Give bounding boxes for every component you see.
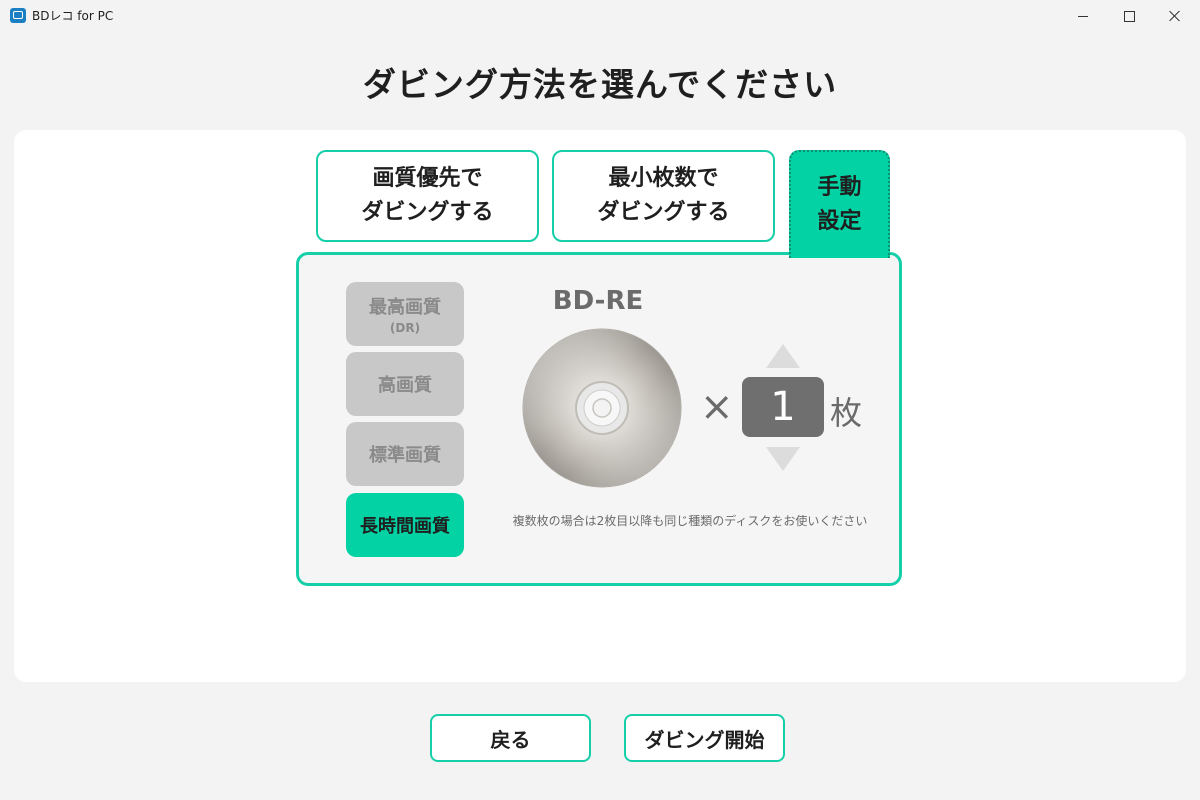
title-bar: BDレコ for PC bbox=[0, 0, 1200, 32]
tab-label-line2: 設定 bbox=[817, 209, 862, 234]
window-title: BDレコ for PC bbox=[32, 9, 114, 23]
tab-quality-priority[interactable]: 画質優先で ダビングする bbox=[316, 150, 539, 242]
app-window: BDレコ for PC ダビング方法を選んでください 画質優先で ダビングする … bbox=[0, 0, 1200, 800]
quality-option-label: 高画質 bbox=[378, 375, 432, 396]
tab-label-line2: ダビングする bbox=[597, 200, 730, 225]
disc-count-value: 1 bbox=[742, 377, 824, 437]
count-decrease-button[interactable] bbox=[766, 447, 800, 471]
disc-note: 複数枚の場合は2枚目以降も同じ種類のディスクをお使いください bbox=[512, 514, 868, 528]
quality-option-label: 長時間画質 bbox=[360, 516, 450, 537]
tab-minimum-discs[interactable]: 最小枚数で ダビングする bbox=[552, 150, 775, 242]
multiply-sign: × bbox=[700, 384, 734, 430]
quality-option-best-dr[interactable]: 最高画質 (DR) bbox=[346, 282, 464, 346]
quality-option-label: 最高画質 bbox=[369, 297, 441, 318]
disc-type-label: BD-RE bbox=[552, 286, 644, 316]
disc-count-unit: 枚 bbox=[830, 394, 863, 432]
back-button[interactable]: 戻る bbox=[430, 714, 591, 762]
maximize-icon bbox=[1123, 10, 1135, 22]
minimize-icon bbox=[1078, 15, 1088, 17]
quality-option-standard[interactable]: 標準画質 bbox=[346, 422, 464, 486]
tab-manual-settings[interactable]: 手動 設定 bbox=[789, 150, 890, 258]
quality-option-long[interactable]: 長時間画質 bbox=[346, 493, 464, 557]
close-button[interactable] bbox=[1152, 0, 1198, 32]
start-dubbing-button[interactable]: ダビング開始 bbox=[624, 714, 785, 762]
tab-label-line1: 最小枚数で bbox=[608, 166, 719, 191]
minimize-button[interactable] bbox=[1060, 0, 1106, 32]
app-icon bbox=[10, 8, 26, 23]
count-increase-button[interactable] bbox=[766, 344, 800, 368]
tab-label-line2: ダビングする bbox=[361, 200, 494, 225]
tab-label-line1: 画質優先で bbox=[372, 166, 483, 191]
quality-option-high[interactable]: 高画質 bbox=[346, 352, 464, 416]
maximize-button[interactable] bbox=[1106, 0, 1152, 32]
close-icon bbox=[1169, 10, 1181, 22]
quality-option-sublabel: (DR) bbox=[389, 321, 421, 335]
page-title: ダビング方法を選んでください bbox=[362, 65, 838, 104]
quality-option-label: 標準画質 bbox=[369, 445, 441, 466]
tab-label-line1: 手動 bbox=[817, 175, 862, 200]
disc-icon bbox=[522, 328, 682, 488]
